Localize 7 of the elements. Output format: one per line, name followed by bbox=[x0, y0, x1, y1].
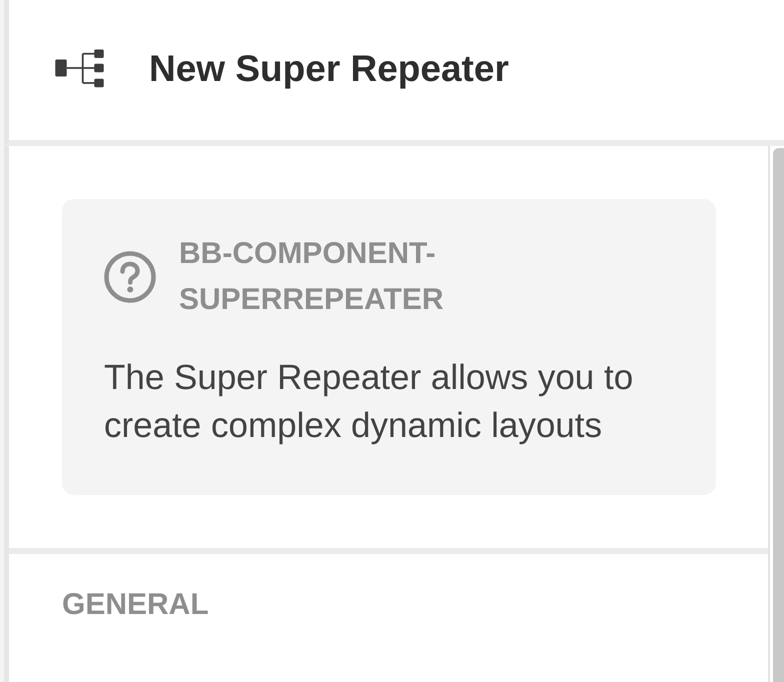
section-heading[interactable]: GENERAL bbox=[62, 588, 209, 621]
panel-title: New Super Repeater bbox=[149, 48, 509, 90]
scrollbar-thumb[interactable] bbox=[773, 148, 784, 682]
component-description: The Super Repeater allows you to create complex dynamic layouts bbox=[104, 357, 634, 447]
help-icon bbox=[104, 251, 156, 303]
component-id: BB-COMPONENT-SUPERREPEATER bbox=[179, 236, 444, 318]
tree-structure-icon bbox=[55, 48, 104, 88]
